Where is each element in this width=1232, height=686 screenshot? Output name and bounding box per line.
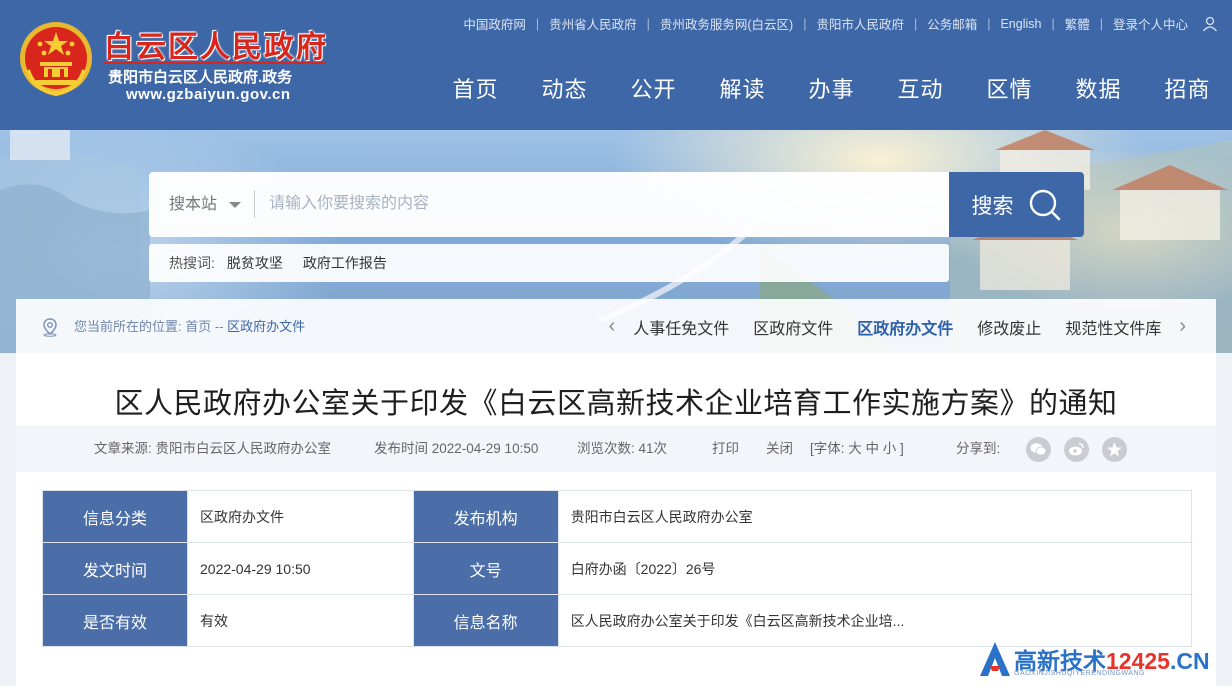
nav-district-info[interactable]: 区情 [965, 72, 1054, 104]
user-icon[interactable] [1202, 16, 1218, 32]
star-share-icon[interactable] [1102, 437, 1127, 462]
search-button-label: 搜索 [971, 194, 1014, 218]
meta-source: 文章来源: 贵阳市白云区人民政府办公室 [94, 441, 332, 456]
site-header: 白云区人民政府 贵阳市白云区人民政府.政务 www.gzbaiyun.gov.c… [0, 0, 1232, 130]
nav-interpretation[interactable]: 解读 [698, 72, 787, 104]
info-value: 区政府办文件 [187, 490, 414, 543]
top-links: 中国政府网 | 贵州省人民政府 | 贵州政务服务网(白云区) | 贵阳市人民政府 | 公… [453, 14, 1218, 33]
info-value: 白府办函〔2022〕26号 [557, 542, 1193, 595]
watermark-emblem-icon [980, 642, 1010, 676]
search-scope-select[interactable]: 搜本站 [169, 172, 217, 237]
location-pin-icon [43, 318, 57, 337]
table-row: 发文时间 2022-04-29 10:50 文号 白府办函〔2022〕26号 [42, 542, 1193, 595]
toplink-traditional[interactable]: 繁體 [1055, 14, 1100, 33]
toplink-guizhou-gov[interactable]: 贵州省人民政府 [539, 14, 647, 33]
info-value: 区人民政府办公室关于印发《白云区高新技术企业培... [557, 594, 1193, 647]
hot-word-poverty[interactable]: 脱贫攻坚 [227, 253, 283, 273]
nav-investment[interactable]: 招商 [1143, 72, 1232, 104]
nav-home[interactable]: 首页 [431, 72, 520, 104]
info-key: 是否有效 [42, 594, 188, 647]
article-meta: 文章来源: 贵阳市白云区人民政府办公室 发布时间 2022-04-29 10:5… [16, 426, 1216, 472]
hot-word-report[interactable]: 政府工作报告 [303, 253, 387, 273]
info-value: 贵阳市白云区人民政府办公室 [557, 490, 1193, 543]
nav-disclosure[interactable]: 公开 [609, 72, 698, 104]
wechat-share-icon[interactable] [1026, 437, 1051, 462]
nav-data[interactable]: 数据 [1054, 72, 1143, 104]
national-emblem-icon [20, 22, 92, 97]
search-icon [1029, 189, 1060, 220]
meta-publish-time: 发布时间 2022-04-29 10:50 [374, 441, 539, 456]
info-value: 有效 [187, 594, 414, 647]
table-row: 是否有效 有效 信息名称 区人民政府办公室关于印发《白云区高新技术企业培... [42, 594, 1193, 647]
article-title: 区人民政府办公室关于印发《白云区高新技术企业培育工作实施方案》的通知 [114, 388, 1118, 420]
subnav-normative-docs[interactable]: 规范性文件库 [1065, 315, 1161, 339]
hot-search-label: 热搜词: [169, 255, 215, 271]
info-key: 文号 [412, 542, 559, 595]
breadcrumb: 您当前所在的位置: 首页 -- 区政府办文件 [74, 299, 305, 354]
toplink-login[interactable]: 登录个人中心 [1103, 14, 1198, 33]
toplink-english[interactable]: English [990, 17, 1051, 31]
info-key: 信息分类 [42, 490, 188, 543]
article-content: 区人民政府办公室关于印发《白云区高新技术企业培育工作实施方案》的通知 文章来源:… [16, 354, 1216, 686]
toplink-gov-cn[interactable]: 中国政府网 [453, 14, 536, 33]
subnav-appointments[interactable]: 人事任免文件 [633, 315, 729, 339]
search-box: 搜本站 搜索 [149, 172, 1084, 237]
subnav-amend-repeal[interactable]: 修改废止 [977, 315, 1041, 339]
search-button[interactable]: 搜索 [949, 172, 1084, 237]
breadcrumb-home[interactable]: 首页 [185, 319, 211, 334]
toplink-mailbox[interactable]: 公务邮箱 [917, 14, 987, 33]
table-row: 信息分类 区政府办文件 发布机构 贵阳市白云区人民政府办公室 [42, 490, 1193, 543]
main-nav: 首页 动态 公开 解读 办事 互动 区情 数据 招商 [431, 72, 1232, 104]
caret-down-icon[interactable] [229, 202, 241, 208]
watermark-subtext: GAOXINJISHUQIYERENDINGWANG [1014, 670, 1145, 677]
subnav-district-office-docs[interactable]: 区政府办文件 [857, 315, 953, 339]
title-divider [104, 62, 326, 64]
toplink-service-portal[interactable]: 贵州政务服务网(白云区) [650, 14, 803, 33]
meta-views: 浏览次数: 41次 [577, 441, 668, 456]
info-value: 2022-04-29 10:50 [187, 542, 414, 595]
info-key: 信息名称 [412, 594, 559, 647]
close-link[interactable]: 关闭 [766, 426, 793, 472]
breadcrumb-separator: -- [211, 319, 228, 334]
nav-interaction[interactable]: 互动 [876, 72, 965, 104]
nav-services[interactable]: 办事 [787, 72, 876, 104]
watermark-logo: 高新技术12425.CN GAOXINJISHUQIYERENDINGWANG [978, 640, 1228, 682]
chevron-right-icon[interactable]: › [1179, 315, 1186, 338]
subnav-district-gov-docs[interactable]: 区政府文件 [753, 315, 833, 339]
breadcrumb-current[interactable]: 区政府办文件 [227, 319, 305, 334]
site-subtitle: 贵阳市白云区人民政府.政务 [108, 69, 293, 86]
share-label: 分享到: [956, 441, 1001, 456]
breadcrumb-bar: 您当前所在的位置: 首页 -- 区政府办文件 ‹ 人事任免文件 区政府文件 区政… [16, 299, 1216, 354]
search-input[interactable] [261, 184, 941, 224]
toplink-guiyang-gov[interactable]: 贵阳市人民政府 [806, 14, 914, 33]
info-table: 信息分类 区政府办文件 发布机构 贵阳市白云区人民政府办公室 发文时间 2022… [42, 490, 1193, 647]
site-title[interactable]: 白云区人民政府 [104, 22, 328, 66]
info-key: 发布机构 [412, 490, 559, 543]
chevron-left-icon[interactable]: ‹ [609, 315, 616, 338]
nav-news[interactable]: 动态 [520, 72, 609, 104]
site-url: www.gzbaiyun.gov.cn [126, 86, 291, 103]
info-key: 发文时间 [42, 542, 188, 595]
print-link[interactable]: 打印 [712, 426, 739, 472]
search-divider [254, 190, 255, 218]
breadcrumb-prefix: 您当前所在的位置: [74, 319, 186, 334]
weibo-share-icon[interactable] [1064, 437, 1089, 462]
sub-nav: ‹ 人事任免文件 区政府文件 区政府办文件 修改废止 规范性文件库 › [603, 299, 1192, 354]
hot-search-bar: 热搜词: 脱贫攻坚 政府工作报告 [149, 244, 949, 282]
font-size-control[interactable]: [字体: 大 中 小 ] [810, 426, 904, 472]
